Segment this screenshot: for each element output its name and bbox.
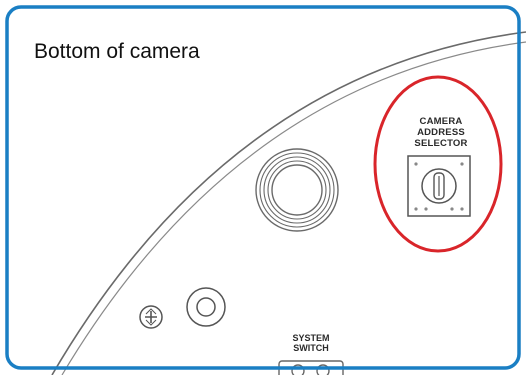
diagram-title: Bottom of camera	[34, 40, 200, 63]
connector-port	[186, 287, 226, 327]
screw-icon	[139, 305, 163, 329]
diagram-frame: Bottom of camera CAMERA ADDRESS SELECTOR…	[0, 0, 526, 375]
camera-address-selector-label: CAMERA ADDRESS SELECTOR	[398, 116, 484, 150]
label-line: SWITCH	[293, 343, 329, 354]
label-line: SYSTEM	[292, 333, 330, 343]
address-selector-switch	[407, 155, 471, 217]
label-line: SELECTOR	[414, 137, 468, 149]
system-switch-label: SYSTEM SWITCH	[271, 333, 351, 354]
round-port	[255, 148, 339, 232]
